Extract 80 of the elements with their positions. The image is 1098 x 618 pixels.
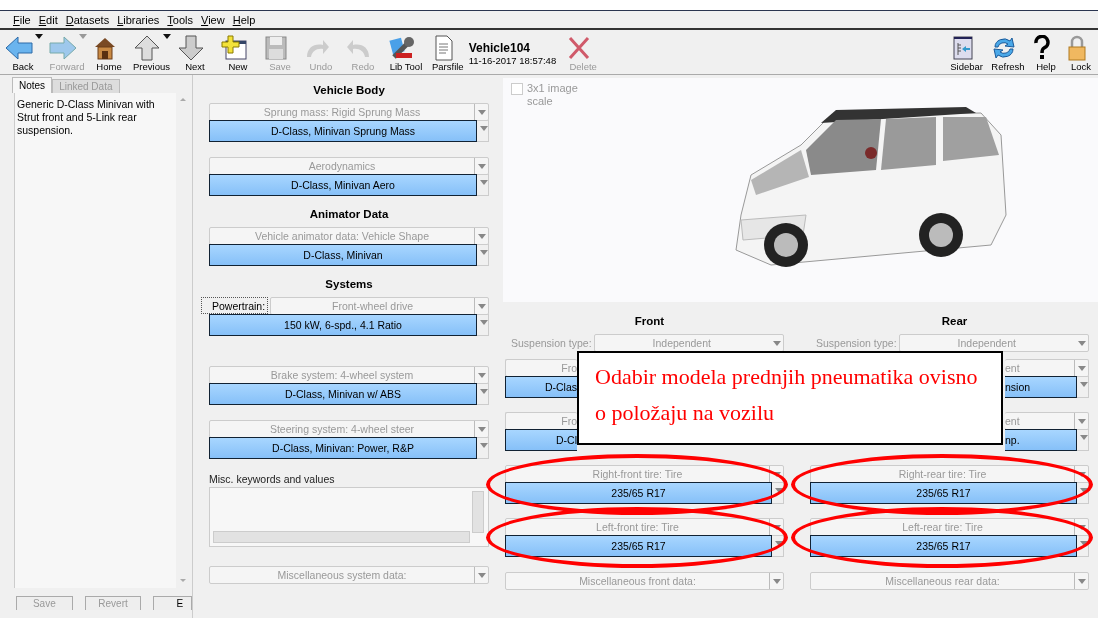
- dataset-link-button[interactable]: D-Clas: [505, 376, 577, 398]
- caret-icon[interactable]: [477, 244, 489, 266]
- keywords-field[interactable]: [209, 487, 489, 547]
- panel-button[interactable]: E: [153, 596, 192, 610]
- toolbar-button[interactable]: Refresh: [988, 34, 1028, 72]
- category-button[interactable]: Powertrain:: [201, 297, 269, 314]
- section-heading: Systems: [324, 277, 374, 291]
- notes-field[interactable]: Generic D-Class Minivan with Strut front and 5-Link rear suspension.: [14, 93, 190, 588]
- column-heading: Front: [633, 315, 666, 329]
- dataset-link-button[interactable]: D-Class, Minivan: Power, R&P: [209, 437, 477, 459]
- menu-item[interactable]: Tools: [163, 13, 198, 26]
- dataset-link-button[interactable]: 235/65 R17: [505, 535, 772, 557]
- dataset-link-button[interactable]: D-Cl: [505, 429, 577, 451]
- refresh-icon: [991, 35, 1017, 61]
- arrow-right-icon: [49, 35, 77, 61]
- caret-icon[interactable]: [477, 383, 489, 405]
- column-heading: Rear: [940, 315, 969, 329]
- padlock-icon: [1067, 35, 1087, 61]
- toolbar-button[interactable]: Lib Tool: [384, 34, 427, 72]
- toolbar-button[interactable]: Sidebar: [947, 34, 986, 72]
- caret-icon: [1074, 573, 1088, 589]
- dropdown-caret-icon[interactable]: [35, 34, 43, 39]
- dataset-link-button[interactable]: np.: [1005, 429, 1077, 451]
- close-icon: [567, 35, 592, 61]
- scroll-down-icon: [180, 579, 186, 582]
- scrollbar[interactable]: [213, 531, 470, 543]
- dataset-link-button[interactable]: 235/65 R17: [810, 535, 1077, 557]
- toolbar-button[interactable]: Home: [90, 34, 128, 72]
- scrollbar[interactable]: [472, 491, 484, 533]
- caret-icon[interactable]: [477, 314, 489, 336]
- menu-item[interactable]: Edit: [34, 13, 62, 26]
- toolbar-button[interactable]: Previous: [130, 34, 173, 72]
- caret-icon[interactable]: [477, 174, 489, 196]
- dataset-link-button[interactable]: nsion: [1005, 376, 1077, 398]
- arrow-down-icon: [177, 35, 204, 61]
- wrench-icon: [387, 35, 416, 61]
- caret-icon[interactable]: [1077, 376, 1089, 398]
- toolbar-button[interactable]: Parsfile: [428, 34, 467, 72]
- dataset-link-button[interactable]: 150 kW, 6-spd., 4.1 Ratio: [209, 314, 477, 336]
- file-icon: [433, 35, 454, 61]
- toolbar-button[interactable]: Next: [174, 34, 215, 72]
- menu-item[interactable]: View: [197, 13, 229, 26]
- arrow-up-icon: [133, 35, 162, 61]
- menu-item[interactable]: File: [9, 13, 35, 26]
- dataset-link-button[interactable]: D-Class, Minivan w/ ABS: [209, 383, 477, 405]
- toolbar-button[interactable]: Lock: [1064, 34, 1098, 72]
- section-heading: Animator Data: [308, 207, 390, 221]
- field-label: Suspension type:: [511, 337, 592, 349]
- caret-icon: [769, 573, 783, 589]
- dataset-link-button[interactable]: 235/65 R17: [810, 482, 1077, 504]
- document-title: Vehicle104: [468, 41, 532, 55]
- house-icon: [93, 35, 117, 61]
- caret-icon[interactable]: [477, 120, 489, 142]
- menu-item[interactable]: Datasets: [61, 13, 114, 26]
- dataset-link-button[interactable]: D-Class, Minivan Sprung Mass: [209, 120, 477, 142]
- checkbox[interactable]: [511, 83, 523, 95]
- help-icon: [1033, 35, 1051, 61]
- field-label: Misc. keywords and values: [209, 473, 336, 487]
- new-document-icon: [219, 35, 248, 61]
- sidebar-icon: [951, 35, 974, 61]
- caret-icon[interactable]: [1077, 429, 1089, 451]
- dataset-link-button[interactable]: D-Class, Minivan: [209, 244, 477, 266]
- section-heading: Vehicle Body: [312, 83, 386, 97]
- notes-text: Generic D-Class Minivan with Strut front and 5-Link rear suspension.: [17, 98, 156, 137]
- toolbar-button[interactable]: New: [216, 34, 259, 72]
- annotation-callout: Odabir modela prednjih pneumatika ovisno o položaju na vozilu: [577, 351, 1003, 445]
- toolbar-button[interactable]: Help: [1030, 34, 1062, 72]
- dropdown-caret-icon[interactable]: [163, 34, 172, 39]
- caret-icon[interactable]: [477, 437, 489, 459]
- menu-item[interactable]: Help: [228, 13, 260, 26]
- dataset-link-button[interactable]: D-Class, Minivan Aero: [209, 174, 477, 196]
- caret-icon: [474, 567, 488, 583]
- document-date: 11-16-2017 18:57:48: [468, 55, 557, 66]
- field-label: Suspension type:: [816, 337, 897, 349]
- menu-item[interactable]: Libraries: [113, 13, 164, 26]
- arrow-left-icon: [5, 35, 33, 61]
- dataset-link-button[interactable]: 235/65 R17: [505, 482, 772, 504]
- tab[interactable]: Notes: [12, 77, 53, 93]
- scroll-up-icon: [180, 98, 186, 101]
- toolbar-button[interactable]: Back: [2, 34, 44, 72]
